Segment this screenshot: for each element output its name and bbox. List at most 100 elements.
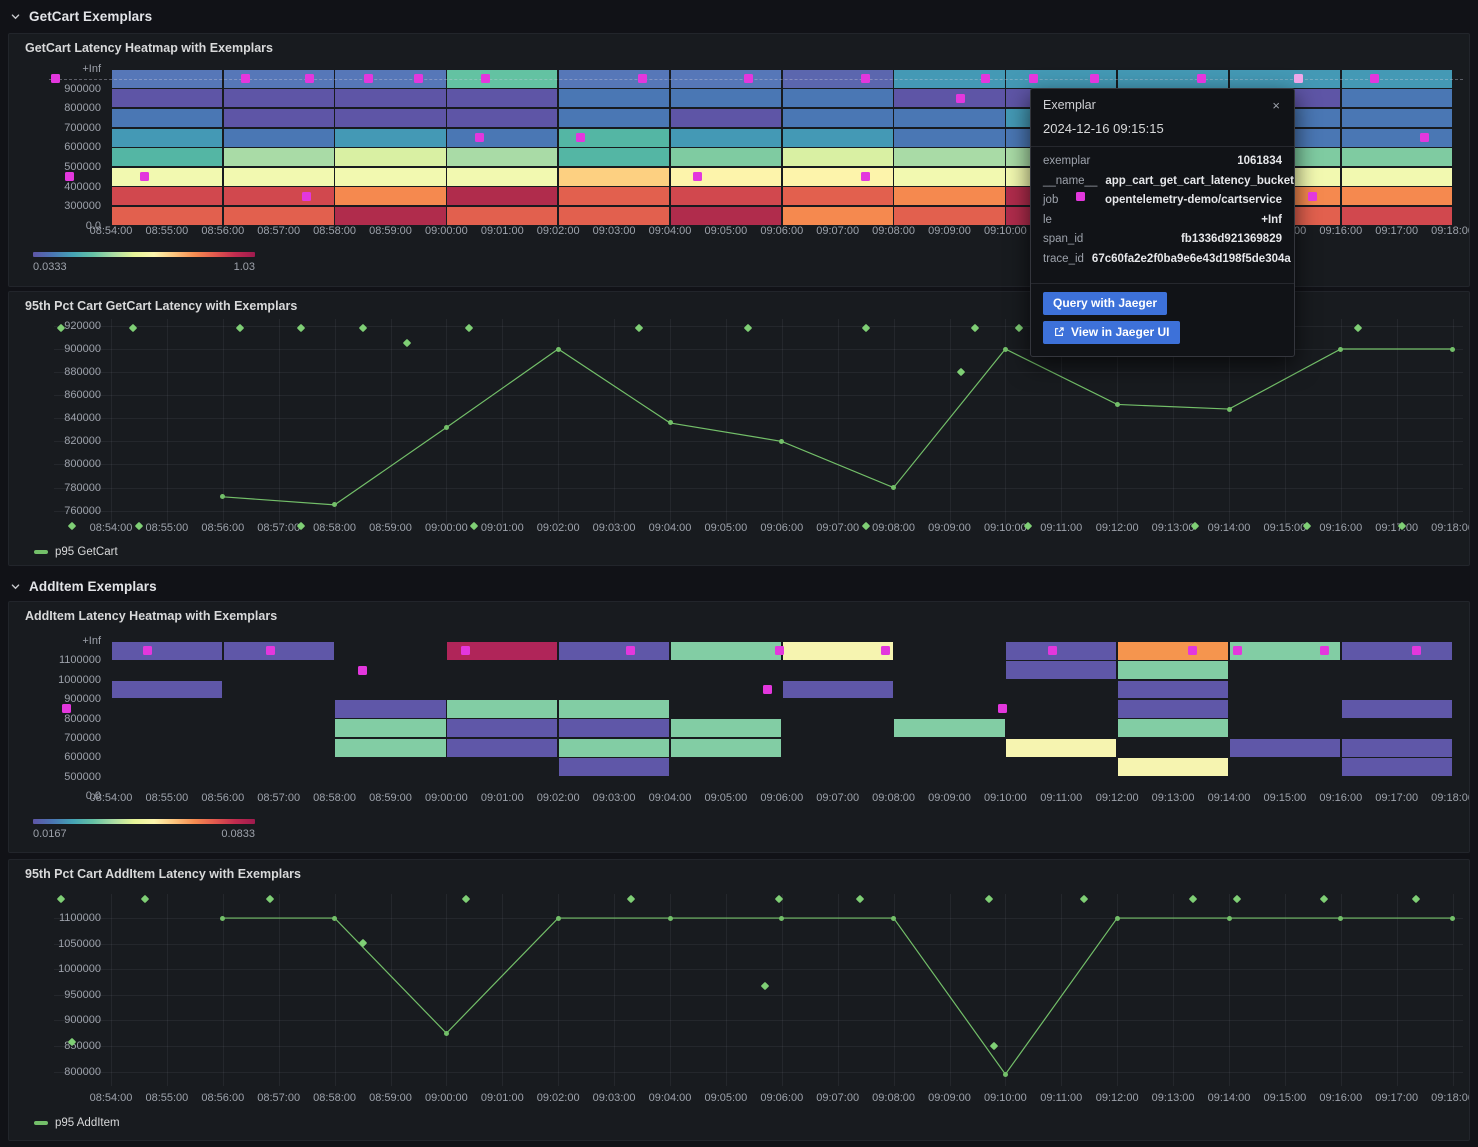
exemplar-marker[interactable]: [763, 685, 772, 694]
divider: [1031, 283, 1294, 284]
heatmap-cell: [1342, 148, 1452, 166]
y-axis-tick-label: 300000: [17, 200, 101, 212]
heatmap-cell: [335, 148, 445, 166]
exemplar-marker[interactable]: [1420, 133, 1429, 142]
x-axis-tick-label: 08:58:00: [303, 225, 367, 237]
exemplar-marker[interactable]: [1412, 646, 1421, 655]
x-axis-tick-label: 09:04:00: [638, 225, 702, 237]
heatmap-cell: [1342, 187, 1452, 205]
y-axis-tick-label: +Inf: [17, 635, 101, 647]
x-axis-tick-label: 09:09:00: [918, 225, 982, 237]
exemplar-marker[interactable]: [62, 704, 71, 713]
exemplar-marker[interactable]: [302, 192, 311, 201]
exemplar-marker[interactable]: [364, 74, 373, 83]
y-axis-tick-label: 500000: [17, 771, 101, 783]
heatmap-cell: [1342, 700, 1452, 718]
exemplar-marker[interactable]: [1029, 74, 1038, 83]
exemplar-marker[interactable]: [481, 74, 490, 83]
x-axis-tick-label: 09:12:00: [1085, 792, 1149, 804]
exemplar-marker[interactable]: [576, 133, 585, 142]
heatmap-cell: [559, 642, 669, 660]
line-vertex-point: [1003, 1072, 1008, 1077]
exemplar-marker[interactable]: [414, 74, 423, 83]
exemplar-marker[interactable]: [305, 74, 314, 83]
panel-title[interactable]: AddItem Latency Heatmap with Exemplars: [25, 609, 277, 623]
exemplar-marker[interactable]: [881, 646, 890, 655]
exemplar-marker[interactable]: [1308, 192, 1317, 201]
exemplar-marker[interactable]: [461, 646, 470, 655]
section-header-getcart[interactable]: GetCart Exemplars: [10, 6, 152, 26]
exemplar-marker[interactable]: [1090, 74, 1099, 83]
x-axis-tick-label: 09:10:00: [973, 792, 1037, 804]
line-vertex-point: [444, 425, 449, 430]
heatmap-cell: [1006, 739, 1116, 757]
heatmap-cell: [335, 700, 445, 718]
x-axis-tick-label: 09:17:00: [1365, 792, 1429, 804]
exemplar-marker[interactable]: [638, 74, 647, 83]
heatmap-cell: [783, 129, 893, 147]
exemplar-marker[interactable]: [1076, 192, 1085, 201]
close-icon[interactable]: ×: [1270, 98, 1282, 113]
exemplar-marker[interactable]: [1048, 646, 1057, 655]
heatmap-cell: [559, 89, 669, 107]
section-header-additem[interactable]: AddItem Exemplars: [10, 576, 157, 596]
exemplar-marker[interactable]: [1188, 646, 1197, 655]
exemplar-marker[interactable]: [1320, 646, 1329, 655]
divider: [1031, 146, 1294, 147]
exemplar-marker[interactable]: [981, 74, 990, 83]
heatmap-cell: [447, 168, 557, 186]
exemplar-marker[interactable]: [140, 172, 149, 181]
view-in-jaeger-ui-button[interactable]: View in Jaeger UI: [1043, 321, 1180, 344]
heatmap-cell: [447, 109, 557, 127]
y-axis-tick-label: 900000: [17, 83, 101, 95]
exemplar-marker[interactable]: [1370, 74, 1379, 83]
exemplar-marker[interactable]: [65, 172, 74, 181]
color-scale-min-label: 0.0167: [33, 828, 67, 840]
heatmap-cell: [447, 89, 557, 107]
x-axis-tick-label: 09:03:00: [582, 792, 646, 804]
heatmap-cell: [1342, 109, 1452, 127]
heatmap-cell: [447, 739, 557, 757]
line-vertex-point: [891, 916, 896, 921]
exemplar-marker[interactable]: [744, 74, 753, 83]
exemplar-marker[interactable]: [143, 646, 152, 655]
exemplar-marker[interactable]: [775, 646, 784, 655]
heatmap-cell: [1342, 207, 1452, 225]
heatmap-cell: [783, 89, 893, 107]
exemplar-marker[interactable]: [956, 94, 965, 103]
panel-title[interactable]: GetCart Latency Heatmap with Exemplars: [25, 41, 273, 55]
heatmap-cell: [671, 739, 781, 757]
exemplar-marker[interactable]: [358, 666, 367, 675]
y-axis-tick-label: 600000: [17, 751, 101, 763]
heatmap-cell: [1342, 642, 1452, 660]
exemplar-marker[interactable]: [693, 172, 702, 181]
exemplar-marker[interactable]: [241, 74, 250, 83]
x-axis-tick-label: 08:55:00: [135, 225, 199, 237]
heatmap-cell: [1006, 642, 1116, 660]
heatmap-cell: [783, 109, 893, 127]
heatmap-cell: [112, 129, 222, 147]
exemplar-marker[interactable]: [475, 133, 484, 142]
exemplar-marker[interactable]: [51, 74, 60, 83]
exemplar-marker[interactable]: [626, 646, 635, 655]
heatmap-cell: [671, 168, 781, 186]
exemplar-marker[interactable]: [998, 704, 1007, 713]
tooltip-fields: exemplar1061834__name__app_cart_get_cart…: [1043, 155, 1282, 273]
heatmap-cell: [112, 109, 222, 127]
exemplar-marker[interactable]: [861, 172, 870, 181]
query-with-jaeger-button[interactable]: Query with Jaeger: [1043, 292, 1167, 315]
heatmap-cell: [559, 739, 669, 757]
exemplar-marker[interactable]: [861, 74, 870, 83]
x-axis-tick-label: 09:02:00: [526, 225, 590, 237]
line-vertex-point: [1115, 916, 1120, 921]
exemplar-marker[interactable]: [1233, 646, 1242, 655]
line-vertex-point: [668, 916, 673, 921]
y-axis-tick-label: 700000: [17, 732, 101, 744]
x-axis-tick-label: 08:57:00: [247, 792, 311, 804]
heatmap-cell: [112, 642, 222, 660]
tooltip-field-row: trace_id67c60fa2e2f0ba9e6e43d198f5de304a: [1043, 253, 1282, 273]
exemplar-marker[interactable]: [1197, 74, 1206, 83]
tooltip-field-value: 1061834: [1237, 155, 1282, 167]
exemplar-marker-selected[interactable]: [1294, 74, 1303, 83]
exemplar-marker[interactable]: [266, 646, 275, 655]
